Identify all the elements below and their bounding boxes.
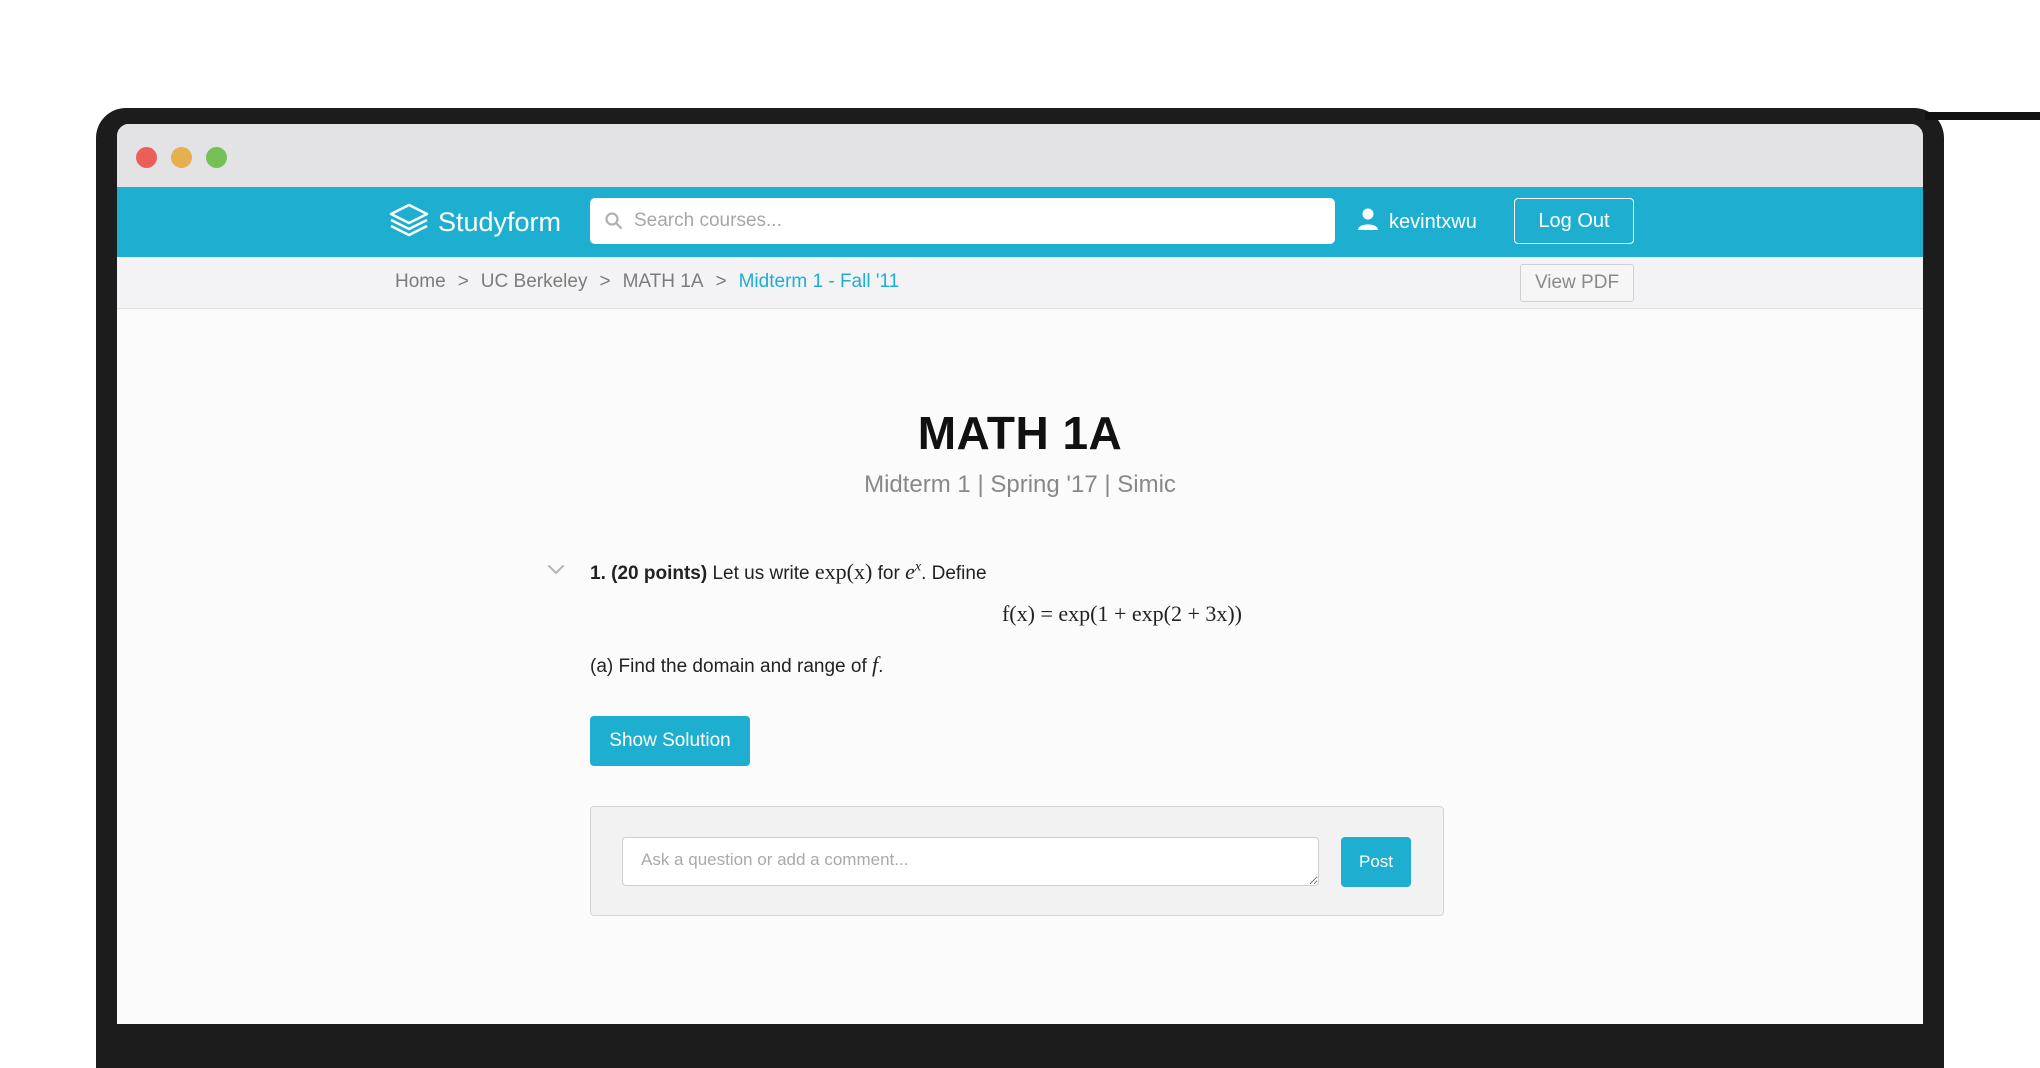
maximize-window-button[interactable] (206, 147, 227, 168)
post-button[interactable]: Post (1341, 837, 1411, 887)
view-pdf-button[interactable]: View PDF (1520, 264, 1634, 302)
comment-input[interactable] (622, 837, 1319, 886)
comment-panel: Post (590, 806, 1444, 916)
browser-window: Studyform kevintxwu Log Out H (117, 124, 1923, 1024)
window-titlebar (117, 124, 1923, 187)
user-icon (1357, 207, 1379, 237)
breadcrumb-university[interactable]: UC Berkeley (481, 271, 588, 293)
breadcrumb-course[interactable]: MATH 1A (623, 271, 704, 293)
breadcrumb-bar: Home > UC Berkeley > MATH 1A > Midterm 1… (117, 257, 1923, 309)
minimize-window-button[interactable] (171, 147, 192, 168)
equation-text: f(x) = exp(1 + exp(2 + 3x)) (1001, 601, 1243, 626)
equation-display: f(x) = exp(1 + exp(2 + 3x)) (117, 601, 1923, 627)
breadcrumb-current-exam[interactable]: Midterm 1 - Fall '11 (739, 271, 900, 293)
chevron-down-icon[interactable] (547, 563, 565, 575)
brand-logo-link[interactable]: Studyform (388, 203, 561, 241)
page-title: MATH 1A (917, 407, 1123, 459)
question-intro-text: Let us write (712, 563, 810, 584)
username: kevintxwu (1389, 210, 1477, 233)
brand-name: Studyform (438, 206, 562, 237)
math-e-to-x: ex (905, 559, 921, 584)
search-icon (604, 211, 624, 231)
user-menu[interactable]: kevintxwu (1357, 203, 1477, 241)
question-part-a: (a) Find the domain and range of f. (590, 652, 883, 678)
question-prompt: 1. (20 points) Let us write exp(x) for e… (590, 559, 987, 585)
close-window-button[interactable] (136, 147, 157, 168)
breadcrumb: Home > UC Berkeley > MATH 1A > Midterm 1… (395, 271, 899, 293)
layers-logo-icon (388, 202, 430, 243)
breadcrumb-separator: > (457, 271, 469, 292)
show-solution-button[interactable]: Show Solution (590, 716, 750, 766)
part-a-end: . (878, 656, 884, 677)
top-navbar: Studyform kevintxwu Log Out (117, 187, 1923, 257)
math-e-base: e (905, 559, 915, 584)
breadcrumb-separator: > (715, 271, 727, 292)
search-bar[interactable] (590, 198, 1335, 244)
part-a-text: (a) Find the domain and range of (590, 656, 867, 677)
breadcrumb-home[interactable]: Home (395, 271, 446, 293)
exam-subtitle: Midterm 1 | Spring '17 | Simic (864, 471, 1176, 498)
search-input[interactable] (632, 209, 1316, 233)
question-number-points: 1. (20 points) (590, 563, 708, 584)
device-edge (1925, 112, 2040, 120)
math-exp-x: exp(x) (814, 559, 873, 584)
breadcrumb-separator: > (599, 271, 611, 292)
question-define-text: . Define (921, 563, 987, 584)
exam-content: MATH 1A Midterm 1 | Spring '17 | Simic 1… (117, 309, 1923, 1024)
logout-button[interactable]: Log Out (1514, 198, 1634, 244)
question-for-text: for (877, 563, 900, 584)
